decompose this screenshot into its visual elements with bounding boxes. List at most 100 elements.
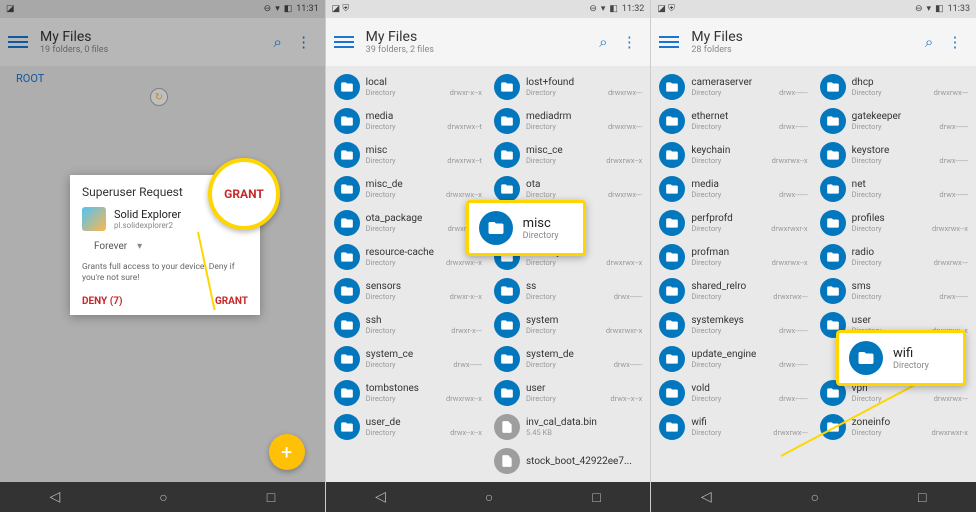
list-item[interactable]: system_deDirectorydrwx------ xyxy=(488,342,648,376)
item-perms: drwx------ xyxy=(939,190,968,199)
list-item[interactable]: profmanDirectorydrwxrwx--x xyxy=(653,240,813,274)
folder-icon xyxy=(334,414,360,440)
grant-highlight-badge: GRANT xyxy=(208,158,280,230)
folder-icon xyxy=(659,380,685,406)
screenshot-panel-1: ◪ ⊖ ▾ ◧ 11:31 My Files 19 folders, 0 fil… xyxy=(0,0,326,512)
item-type: Directory xyxy=(366,292,396,301)
list-item[interactable]: smsDirectorydrwx------ xyxy=(814,274,974,308)
item-name: vold xyxy=(691,383,807,394)
page-subtitle: 39 folders, 2 files xyxy=(366,45,591,55)
list-item[interactable]: update_engineDirectorydrwx------ xyxy=(653,342,813,376)
list-item[interactable]: ethernetDirectorydrwx------ xyxy=(653,104,813,138)
item-name: mediadrm xyxy=(526,111,642,122)
overflow-menu-icon[interactable]: ⋮ xyxy=(942,33,968,51)
nav-recents-icon[interactable]: □ xyxy=(592,489,600,506)
list-item[interactable]: zoneinfoDirectorydrwxrwxr-x xyxy=(814,410,974,444)
list-item[interactable]: ota_packageDirectorydrwxrwx--- xyxy=(328,206,488,240)
hamburger-menu-icon[interactable] xyxy=(334,36,354,48)
nav-home-icon[interactable]: ○ xyxy=(159,489,167,506)
folder-icon xyxy=(820,108,846,134)
item-perms: drwx------ xyxy=(453,360,482,369)
list-item[interactable]: miscDirectorydrwxrwx--t xyxy=(328,138,488,172)
list-item[interactable]: resource-cacheDirectorydrwxrwx--x xyxy=(328,240,488,274)
nav-home-icon[interactable]: ○ xyxy=(811,489,819,506)
search-icon[interactable]: ⌕ xyxy=(590,33,616,51)
app-name: Solid Explorer xyxy=(114,208,181,221)
list-item[interactable]: mediaDirectorydrwx------ xyxy=(653,172,813,206)
battery-icon: ◧ xyxy=(609,4,618,14)
item-type: Directory xyxy=(691,258,721,267)
item-type: Directory xyxy=(526,190,556,199)
item-name: sensors xyxy=(366,281,482,292)
item-type: Directory xyxy=(691,190,721,199)
nav-back-icon[interactable]: ◁ xyxy=(49,489,60,505)
folder-icon xyxy=(334,312,360,338)
item-perms: drwxr-x--x xyxy=(450,292,482,301)
item-type: Directory xyxy=(526,394,556,403)
folder-icon xyxy=(494,108,520,134)
list-item[interactable]: tombstonesDirectorydrwxrwx--x xyxy=(328,376,488,410)
list-item[interactable]: misc_ceDirectorydrwxrwx--x xyxy=(488,138,648,172)
list-item[interactable]: keychainDirectorydrwxrwx--x xyxy=(653,138,813,172)
item-name: keychain xyxy=(691,145,807,156)
folder-icon xyxy=(334,210,360,236)
list-item[interactable]: user_deDirectorydrwx--x--x xyxy=(328,410,488,444)
search-icon[interactable]: ⌕ xyxy=(916,33,942,51)
item-perms: drwxrwx--t xyxy=(447,122,482,131)
item-type: Directory xyxy=(691,156,721,165)
list-item[interactable]: ssDirectorydrwx------ xyxy=(488,274,648,308)
list-item[interactable]: lost+foundDirectorydrwxrwx--- xyxy=(488,70,648,104)
list-item[interactable]: sensorsDirectory drwxr-x--x xyxy=(328,274,488,308)
item-type: Directory xyxy=(366,258,396,267)
list-item[interactable]: perfprofdDirectorydrwxrwxr-x xyxy=(653,206,813,240)
list-item[interactable]: systemDirectorydrwxrwxr-x xyxy=(488,308,648,342)
list-item[interactable]: wifiDirectorydrwxrwx--- xyxy=(653,410,813,444)
list-item[interactable]: cameraserverDirectorydrwx------ xyxy=(653,70,813,104)
nav-recents-icon[interactable]: □ xyxy=(918,489,926,506)
item-type: Directory xyxy=(366,394,396,403)
folder-grid: localDirectorydrwxr-x--xlost+foundDirect… xyxy=(326,66,651,482)
status-bar: ◪ ⛨ ⊖ ▾ ◧ 11:32 xyxy=(326,0,651,18)
list-item[interactable]: dhcpDirectorydrwxrwx--- xyxy=(814,70,974,104)
nav-back-icon[interactable]: ◁ xyxy=(375,489,386,505)
list-item[interactable]: misc_deDirectorydrwxrwx--x xyxy=(328,172,488,206)
list-item[interactable]: userDirectorydrwx--x--x xyxy=(488,376,648,410)
nav-home-icon[interactable]: ○ xyxy=(485,489,493,506)
folder-icon xyxy=(820,244,846,270)
item-perms: drwx------ xyxy=(779,326,808,335)
misc-highlight-callout: misc Directory xyxy=(466,200,586,256)
list-item[interactable]: profilesDirectorydrwxrwx--x xyxy=(814,206,974,240)
list-item[interactable]: sshDirectorydrwxr-x--- xyxy=(328,308,488,342)
list-item[interactable]: systemkeysDirectorydrwx------ xyxy=(653,308,813,342)
list-item[interactable]: voldDirectorydrwx------ xyxy=(653,376,813,410)
list-item[interactable]: mediaDirectorydrwxrwx--t xyxy=(328,104,488,138)
item-perms: drwx------ xyxy=(779,190,808,199)
list-item[interactable]: stock_boot_42922ee7... xyxy=(488,444,648,478)
hamburger-menu-icon[interactable] xyxy=(659,36,679,48)
list-item[interactable]: netDirectorydrwx------ xyxy=(814,172,974,206)
list-item[interactable]: gatekeeperDirectorydrwx------ xyxy=(814,104,974,138)
item-type: Directory xyxy=(366,156,396,165)
item-type: 5.45 KB xyxy=(526,428,552,437)
overflow-menu-icon[interactable]: ⋮ xyxy=(616,33,642,51)
nav-recents-icon[interactable]: □ xyxy=(267,489,275,506)
item-name: ota xyxy=(526,179,642,190)
list-item[interactable]: system_ceDirectorydrwx------ xyxy=(328,342,488,376)
list-item[interactable]: mediadrmDirectorydrwxrwx--- xyxy=(488,104,648,138)
deny-button[interactable]: DENY (7) xyxy=(82,296,122,307)
list-item[interactable]: localDirectorydrwxr-x--x xyxy=(328,70,488,104)
page-title: My Files xyxy=(366,29,591,45)
item-name: dhcp xyxy=(852,77,968,88)
list-item[interactable]: inv_cal_data.bin5.45 KB xyxy=(488,410,648,444)
item-perms: drwx------ xyxy=(939,292,968,301)
folder-grid: cameraserverDirectorydrwx------dhcpDirec… xyxy=(651,66,976,448)
nav-back-icon[interactable]: ◁ xyxy=(701,489,712,505)
wifi-highlight-callout: wifi Directory xyxy=(836,330,966,386)
item-perms: drwx------ xyxy=(779,360,808,369)
list-item[interactable]: keystoreDirectorydrwx------ xyxy=(814,138,974,172)
list-item[interactable]: radioDirectorydrwxrwx--- xyxy=(814,240,974,274)
list-item[interactable]: shared_relroDirectorydrwxrwx--- xyxy=(653,274,813,308)
folder-icon xyxy=(334,346,360,372)
fab-add-button[interactable]: + xyxy=(269,434,305,470)
item-perms: drwx--x--x xyxy=(610,394,642,403)
